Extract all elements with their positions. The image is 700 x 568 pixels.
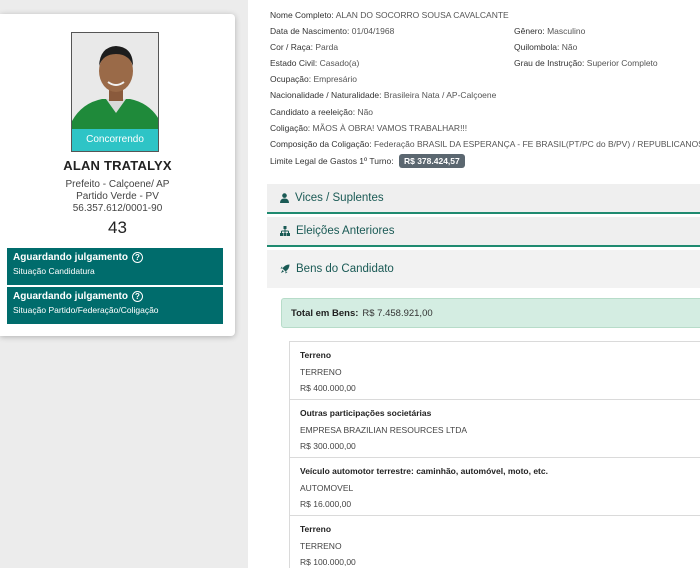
field-label: Composição da Coligação: — [270, 139, 372, 149]
field-data-nascimento: Data de Nascimento: 01/04/1968 — [270, 26, 394, 36]
field-reeleicao: Candidato a reeleição: Não — [270, 107, 373, 117]
spending-limit-badge: R$ 378.424,57 — [398, 154, 465, 168]
field-value: ALAN DO SOCORRO SOUSA CAVALCANTE — [335, 10, 509, 20]
field-label: Nome Completo: — [270, 10, 334, 20]
status-subtitle: Situação Candidatura — [13, 266, 95, 276]
section-title: Vices / Suplentes — [295, 192, 384, 204]
bem-tipo: Terreno — [300, 524, 332, 534]
bem-descricao: EMPRESA BRAZILIAN RESOURCES LTDA — [300, 425, 468, 435]
field-value: 01/04/1968 — [351, 26, 395, 36]
field-value: Empresário — [313, 74, 357, 84]
field-nacionalidade: Nacionalidade / Naturalidade: Brasileira… — [270, 90, 496, 100]
candidate-photo: Concorrendo — [71, 32, 159, 152]
bens-list: Terreno TERRENO R$ 400.000,00 Outras par… — [289, 341, 700, 568]
bem-descricao: TERRENO — [300, 541, 342, 551]
field-value: Masculino — [547, 26, 586, 36]
list-item: Outras participações societárias EMPRESA… — [290, 400, 700, 458]
field-label: Candidato a reeleição: — [270, 107, 356, 117]
section-bens-candidato[interactable]: Bens do Candidato — [267, 250, 700, 288]
bem-descricao: TERRENO — [300, 367, 342, 377]
candidate-details-panel: Nome Completo: ALAN DO SOCORRO SOUSA CAV… — [248, 0, 700, 568]
status-partido-coligacao[interactable]: Aguardando julgamento ? Situação Partido… — [7, 287, 223, 324]
field-coligacao: Coligação: MÃOS À OBRA! VAMOS TRABALHAR!… — [270, 123, 467, 133]
list-item: Terreno TERRENO R$ 400.000,00 — [290, 342, 700, 400]
bem-descricao: AUTOMOVEL — [300, 483, 354, 493]
field-value: Casado(a) — [319, 58, 360, 68]
field-label: Nacionalidade / Naturalidade: — [270, 90, 382, 100]
field-label: Coligação: — [270, 123, 311, 133]
bem-valor: R$ 16.000,00 — [300, 499, 352, 509]
field-nome-completo: Nome Completo: ALAN DO SOCORRO SOUSA CAV… — [270, 10, 509, 20]
field-label: Data de Nascimento: — [270, 26, 350, 36]
field-value: Parda — [315, 42, 339, 52]
field-cor-raca: Cor / Raça: Parda — [270, 42, 338, 52]
candidate-number: 43 — [108, 218, 127, 237]
field-value: Brasileira Nata / AP-Calçoene — [383, 90, 497, 100]
status-candidatura[interactable]: Aguardando julgamento ? Situação Candida… — [7, 248, 223, 285]
status-subtitle: Situação Partido/Federação/Coligação — [13, 305, 159, 315]
field-label: Limite Legal de Gastos 1º Turno: — [270, 156, 394, 166]
field-estado-civil: Estado Civil: Casado(a) — [270, 58, 359, 68]
candidate-party: Partido Verde - PV — [76, 191, 159, 202]
field-label: Estado Civil: — [270, 58, 318, 68]
list-item: Terreno TERRENO R$ 100.000,00 — [290, 516, 700, 568]
section-eleicoes-anteriores[interactable]: Eleições Anteriores — [267, 217, 700, 247]
total-bens: Total em Bens: R$ 7.458.921,00 — [281, 298, 700, 328]
bem-tipo: Terreno — [300, 350, 332, 360]
status-title: Aguardando julgamento — [13, 252, 128, 263]
field-label: Gênero: — [514, 26, 545, 36]
candidacy-status-badge: Concorrendo — [72, 129, 158, 151]
help-icon[interactable]: ? — [132, 252, 143, 263]
help-icon[interactable]: ? — [132, 291, 143, 302]
field-genero: Gênero: Masculino — [514, 26, 585, 36]
candidate-profile-card: Concorrendo ALAN TRATALYX Prefeito - Cal… — [0, 14, 235, 336]
candidate-office: Prefeito - Calçoene/ AP — [65, 179, 170, 190]
section-title: Bens do Candidato — [296, 263, 394, 275]
status-title: Aguardando julgamento — [13, 291, 128, 302]
bem-valor: R$ 300.000,00 — [300, 441, 356, 451]
field-quilombola: Quilombola: Não — [514, 42, 577, 52]
field-value: Não — [357, 107, 374, 117]
bem-tipo: Veículo automotor terrestre: caminhão, a… — [300, 466, 548, 476]
total-bens-value: R$ 7.458.921,00 — [362, 307, 433, 319]
field-limite-gastos: Limite Legal de Gastos 1º Turno: R$ 378.… — [270, 154, 465, 168]
field-label: Ocupação: — [270, 74, 312, 84]
section-title: Eleições Anteriores — [296, 225, 395, 237]
field-composicao-coligacao: Composição da Coligação: Federação BRASI… — [270, 139, 700, 149]
field-grau-instrucao: Grau de Instrução: Superior Completo — [514, 58, 658, 68]
field-ocupacao: Ocupação: Empresário — [270, 74, 357, 84]
bem-tipo: Outras participações societárias — [300, 408, 432, 418]
list-item: Veículo automotor terrestre: caminhão, a… — [290, 458, 700, 516]
field-label: Cor / Raça: — [270, 42, 313, 52]
candidate-name: ALAN TRATALYX — [63, 158, 172, 173]
bem-valor: R$ 100.000,00 — [300, 557, 356, 567]
field-label: Quilombola: — [514, 42, 560, 52]
field-value: MÃOS À OBRA! VAMOS TRABALHAR!!! — [312, 123, 468, 133]
total-bens-label: Total em Bens: — [291, 307, 359, 319]
sitemap-icon — [280, 226, 290, 236]
rocket-icon — [280, 264, 290, 274]
user-icon — [280, 193, 289, 203]
field-label: Grau de Instrução: — [514, 58, 585, 68]
section-vices-suplentes[interactable]: Vices / Suplentes — [267, 184, 700, 214]
field-value: Federação BRASIL DA ESPERANÇA - FE BRASI… — [373, 139, 700, 149]
field-value: Superior Completo — [586, 58, 658, 68]
bem-valor: R$ 400.000,00 — [300, 383, 356, 393]
candidate-cnpj: 56.357.612/0001-90 — [72, 203, 163, 214]
bens-content: Total em Bens: R$ 7.458.921,00 Terreno T… — [267, 288, 700, 568]
field-value: Não — [561, 42, 578, 52]
